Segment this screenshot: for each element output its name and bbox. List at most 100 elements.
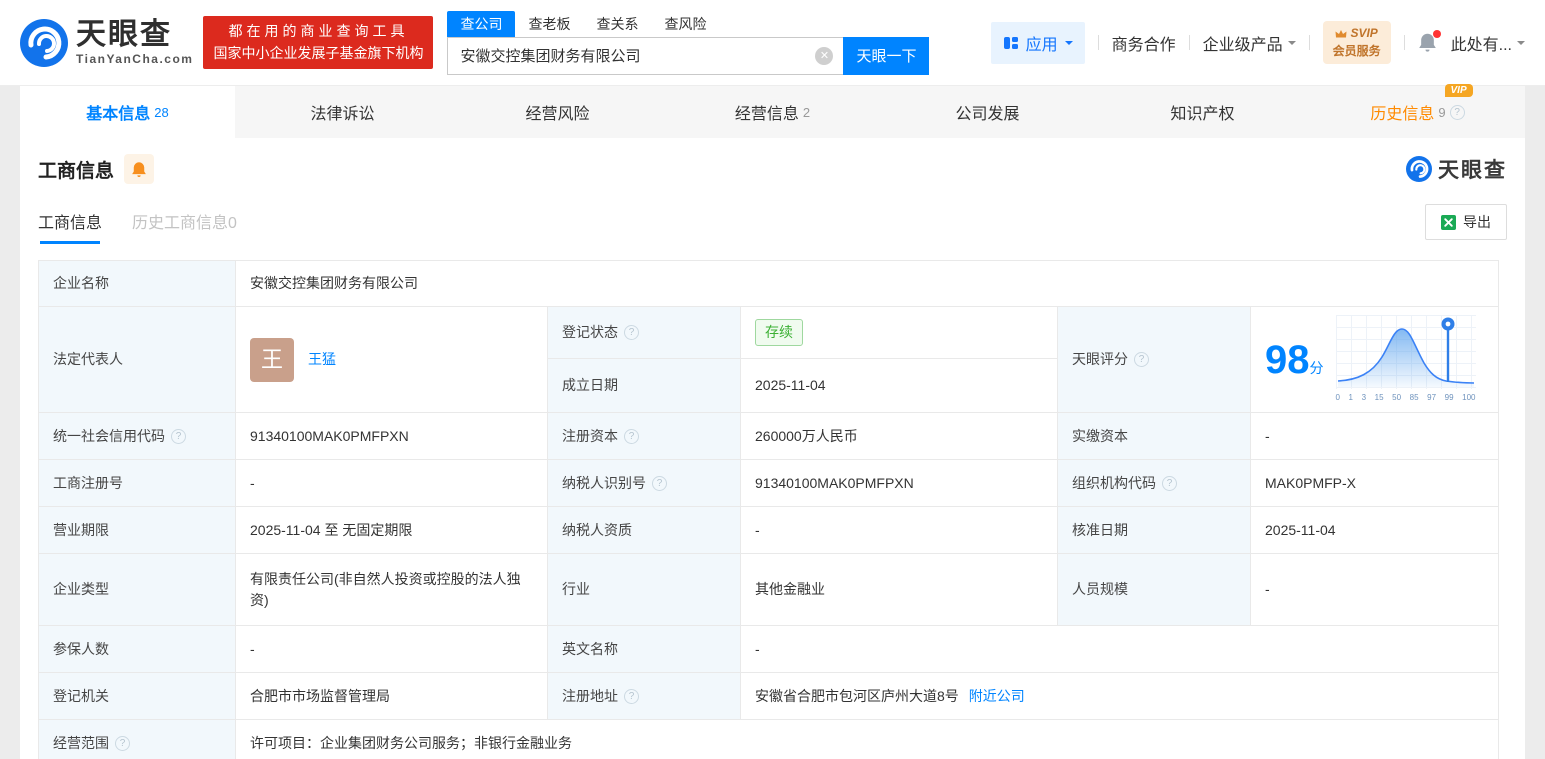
field-value-paid-capital: - bbox=[1249, 412, 1500, 460]
search-button[interactable]: 天眼一下 bbox=[843, 36, 930, 75]
field-value-company-name: 安徽交控集团财务有限公司 bbox=[234, 260, 1500, 307]
field-value-taxpayer-quality: - bbox=[740, 506, 1058, 554]
field-value-staff-size: - bbox=[1249, 553, 1500, 626]
score-distribution-chart: 0 1 3 15 50 85 97 99 100 bbox=[1335, 315, 1476, 404]
help-icon[interactable]: ? bbox=[624, 688, 639, 704]
table-row: 企业名称 安徽交控集团财务有限公司 bbox=[38, 260, 1500, 307]
field-label-approval-date: 核准日期 bbox=[1057, 506, 1251, 554]
field-value-establish-date: 2025-11-04 bbox=[740, 358, 1058, 413]
tab-legal-litigation[interactable]: 法律诉讼 bbox=[235, 86, 450, 138]
help-icon[interactable]: ? bbox=[1162, 475, 1177, 491]
field-label-reg-authority: 登记机关 bbox=[38, 672, 236, 720]
table-row: 企业类型 有限责任公司(非自然人投资或控股的法人独资) 行业 其他金融业 人员规… bbox=[38, 553, 1500, 626]
field-label-insured-count: 参保人数 bbox=[38, 625, 236, 673]
apps-label: 应用 bbox=[1025, 36, 1058, 54]
search-input[interactable] bbox=[447, 36, 844, 75]
field-value-approval-date: 2025-11-04 bbox=[1249, 506, 1500, 554]
field-label-staff-size: 人员规模 bbox=[1057, 553, 1251, 626]
nearby-companies-link[interactable]: 附近公司 bbox=[969, 686, 1025, 707]
search-area: 查公司 查老板 查关系 查风险 ✕ 天眼一下 bbox=[447, 10, 930, 75]
brand-domain: TianYanCha.com bbox=[76, 51, 194, 66]
tianyancha-logo[interactable]: 天眼查 TianYanCha.com bbox=[20, 18, 194, 67]
business-info-card: 工商信息 天眼查 工商信息 历史工商信息0 导出 企业名称 安徽交控集团财务有限… bbox=[20, 138, 1525, 759]
business-cooperation-link[interactable]: 商务合作 bbox=[1112, 31, 1176, 55]
search-tab-risk[interactable]: 查风险 bbox=[651, 11, 719, 37]
status-badge: 存续 bbox=[755, 319, 803, 347]
table-row: 登记机关 合肥市市场监督管理局 注册地址 ? 安徽省合肥市包河区庐州大道8号 附… bbox=[38, 672, 1500, 720]
field-label-score: 天眼评分 ? bbox=[1057, 306, 1251, 413]
field-label-paid-capital: 实缴资本 bbox=[1057, 412, 1251, 460]
subtab-business-info[interactable]: 工商信息 bbox=[38, 209, 102, 244]
subscribe-button[interactable] bbox=[124, 154, 155, 184]
field-value-reg-capital: 260000万人民币 bbox=[740, 412, 1058, 460]
help-icon[interactable]: ? bbox=[624, 428, 639, 444]
tianyancha-watermark: 天眼查 bbox=[1406, 154, 1507, 184]
section-title: 工商信息 bbox=[38, 160, 115, 182]
field-value-reg-address: 安徽省合肥市包河区庐州大道8号 附近公司 bbox=[739, 672, 1500, 720]
score-unit: 分 bbox=[1309, 359, 1324, 376]
score-value: 98 bbox=[1265, 337, 1310, 382]
legal-rep-link[interactable]: 王猛 bbox=[308, 349, 336, 370]
notifications-button[interactable] bbox=[1418, 29, 1441, 54]
field-label-company-name: 企业名称 bbox=[38, 260, 236, 307]
notification-dot bbox=[1432, 29, 1441, 38]
help-icon[interactable]: ? bbox=[624, 325, 639, 341]
field-label-taxpayer-id: 纳税人识别号 ? bbox=[547, 459, 741, 507]
watermark-text: 天眼查 bbox=[1438, 159, 1507, 182]
table-row: 工商注册号 - 纳税人识别号 ? 91340100MAK0PMFPXN 组织机构… bbox=[38, 459, 1500, 507]
field-value-reg-authority: 合肥市市场监督管理局 bbox=[235, 672, 548, 720]
help-icon[interactable]: ? bbox=[1449, 104, 1465, 120]
field-label-taxpayer-quality: 纳税人资质 bbox=[547, 506, 741, 554]
tianyancha-logo-icon bbox=[20, 18, 68, 67]
tab-company-development[interactable]: 公司发展 bbox=[880, 86, 1095, 138]
vip-badge: VIP bbox=[1444, 84, 1473, 97]
help-icon[interactable]: ? bbox=[652, 475, 667, 491]
svip-membership-button[interactable]: SVIP 会员服务 bbox=[1322, 21, 1391, 64]
tab-count: 28 bbox=[154, 104, 169, 120]
divider bbox=[1188, 35, 1190, 50]
tab-basic-info[interactable]: 基本信息 28 bbox=[20, 86, 235, 138]
field-label-org-code: 组织机构代码 ? bbox=[1057, 459, 1251, 507]
field-label-reg-status: 登记状态 ? bbox=[547, 305, 741, 360]
search-tab-company[interactable]: 查公司 bbox=[447, 10, 516, 37]
help-icon[interactable]: ? bbox=[115, 735, 130, 751]
caret-down-icon bbox=[1287, 40, 1296, 49]
header-nav: 应用 商务合作 企业级产品 SVIP 会员服务 此处有... bbox=[990, 21, 1525, 64]
search-tab-relation[interactable]: 查关系 bbox=[583, 11, 651, 37]
promo-badge: 都在用的商业查询工具 国家中小企业发展子基金旗下机构 bbox=[203, 15, 434, 70]
field-label-legal-rep: 法定代表人 bbox=[38, 306, 236, 413]
user-menu[interactable]: 此处有... bbox=[1451, 31, 1525, 55]
caret-down-icon bbox=[1064, 40, 1073, 49]
field-value-credit-code: 91340100MAK0PMFPXN bbox=[235, 412, 548, 460]
search-clear-icon[interactable]: ✕ bbox=[815, 46, 834, 65]
search-tab-boss[interactable]: 查老板 bbox=[515, 11, 583, 37]
legal-rep-avatar[interactable]: 王 bbox=[250, 337, 294, 382]
field-value-insured-count: - bbox=[235, 625, 548, 673]
field-label-english-name: 英文名称 bbox=[547, 625, 741, 673]
export-button[interactable]: 导出 bbox=[1425, 204, 1507, 240]
crown-icon bbox=[1335, 29, 1347, 38]
apps-menu-button[interactable]: 应用 bbox=[990, 21, 1085, 64]
field-label-reg-capital: 注册资本 ? bbox=[547, 412, 741, 460]
tianyancha-watermark-icon bbox=[1406, 156, 1432, 182]
field-value-industry: 其他金融业 bbox=[740, 553, 1058, 626]
table-row: 经营范围 ? 许可项目：企业集团财务公司服务；非银行金融业务 bbox=[38, 719, 1500, 759]
tab-count: 9 bbox=[1438, 104, 1446, 120]
tab-count: 2 bbox=[802, 104, 811, 120]
subtab-history-business-info[interactable]: 历史工商信息0 bbox=[132, 209, 237, 244]
company-section-tabs: 基本信息 28 法律诉讼 经营风险 经营信息 2 公司发展 知识产权 历史信息 … bbox=[20, 84, 1525, 138]
address-text: 安徽省合肥市包河区庐州大道8号 bbox=[755, 687, 959, 704]
help-icon[interactable]: ? bbox=[1134, 352, 1149, 367]
tab-history-info[interactable]: 历史信息 9 ? VIP bbox=[1310, 84, 1525, 138]
tab-operating-info[interactable]: 经营信息 2 bbox=[665, 86, 880, 138]
field-value-business-scope: 许可项目：企业集团财务公司服务；非银行金融业务 bbox=[234, 719, 1500, 759]
tab-operating-risk[interactable]: 经营风险 bbox=[450, 86, 665, 138]
tab-intellectual-property[interactable]: 知识产权 bbox=[1095, 86, 1310, 138]
field-label-reg-address: 注册地址 ? bbox=[547, 672, 741, 720]
field-label-reg-number: 工商注册号 bbox=[38, 459, 236, 507]
field-label-credit-code: 统一社会信用代码 ? bbox=[38, 412, 236, 460]
field-value-legal-rep: 王 王猛 bbox=[235, 306, 548, 413]
enterprise-products-link[interactable]: 企业级产品 bbox=[1203, 31, 1296, 55]
help-icon[interactable]: ? bbox=[171, 428, 186, 444]
divider bbox=[1097, 35, 1099, 50]
